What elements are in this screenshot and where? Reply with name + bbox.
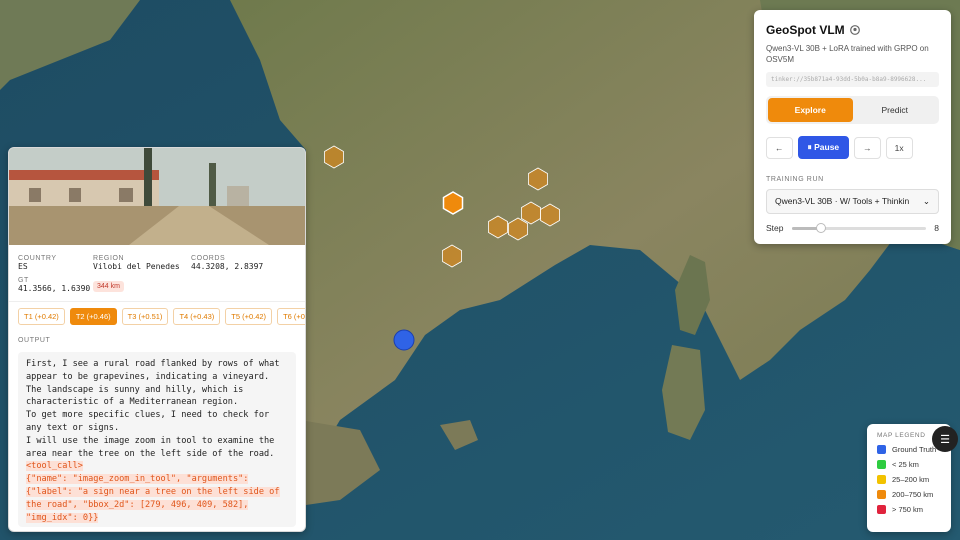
gt-label: GT [18, 277, 29, 284]
output-line: First, I see a rural road flanked by row… [26, 359, 280, 369]
turn-tab[interactable]: T5 (+0.42) [225, 308, 273, 325]
legend-item: > 750 km [877, 505, 941, 514]
step-value: 8 [934, 223, 939, 233]
legend-label: 25–200 km [892, 475, 930, 484]
training-run-select[interactable]: Qwen3-VL 30B · W/ Tools + Thinkin ⌄ [766, 189, 939, 214]
step-slider-knob[interactable] [816, 222, 827, 233]
legend-item: Ground Truth [877, 445, 941, 454]
pause-button[interactable]: ⏸ Pause [797, 136, 850, 159]
tab-predict[interactable]: Predict [853, 98, 938, 122]
tool-call-line: "img_idx": 0}} [26, 512, 99, 523]
next-button[interactable]: → [854, 136, 881, 159]
legend-swatch [877, 445, 886, 454]
photo-image [9, 148, 305, 245]
step-row: Step 8 [766, 222, 939, 233]
output-line: appear to be grapevines, indicating a vi… [26, 371, 270, 382]
legend-item: 200–750 km [877, 490, 941, 499]
legend-label: > 750 km [892, 505, 924, 514]
legend-items: Ground Truth < 25 km 25–200 km 200–750 km > … [877, 445, 941, 514]
output-line: any text or signs. [26, 422, 120, 433]
app-subtitle: Qwen3-VL 30B + LoRA trained with GRPO on… [766, 44, 929, 64]
ground-truth-marker[interactable] [393, 329, 415, 351]
legend-item: 25–200 km [877, 475, 941, 484]
country-label: COUNTRY [18, 255, 57, 262]
chevron-down-icon: ⌄ [922, 196, 930, 206]
output-line: characteristic of a Mediterranean region… [26, 397, 239, 408]
output-line: To get more specific clues, I need to ch… [26, 410, 270, 421]
sample-metadata: COUNTRY ES REGION Vilobi del Penedes COORD… [9, 245, 305, 293]
region-label: REGION [93, 255, 125, 262]
training-run-value: Qwen3-VL 30B · W/ Tools + Thinkin [775, 196, 910, 206]
legend-swatch [877, 475, 886, 484]
speed-button[interactable]: 1x [885, 136, 913, 159]
legend-item: < 25 km [877, 460, 941, 469]
step-label: Step [766, 223, 784, 233]
sample-panel: COUNTRY ES REGION Vilobi del Penedes COORD… [8, 147, 306, 532]
legend-swatch [877, 490, 886, 499]
country-value: ES [18, 262, 28, 271]
output-line: I will use the image zoom in tool to exa… [26, 435, 275, 446]
coords-label: COORDS [191, 255, 226, 262]
app-title: GeoSpot VLM [766, 23, 845, 37]
region-value: Vilobi del Penedes [93, 262, 180, 271]
output-line: The landscape is sunny and hilly, which … [26, 384, 244, 395]
tool-call-line: {"label": "a sign near a tree on the lef… [26, 486, 280, 497]
playback-controls: ← ⏸ Pause → 1x [766, 136, 939, 159]
turn-tab[interactable]: T6 (+0 [277, 308, 305, 325]
turn-tabs: T1 (+0.42) T2 (+0.46) T3 (+0.51) T4 (+0.43)… [9, 301, 305, 331]
tool-call-line: {"name": "image_zoom_in_tool", "argument… [26, 474, 249, 485]
tool-call-line: <tool_call> [26, 461, 83, 472]
prev-button[interactable]: ← [766, 136, 793, 159]
turn-tab[interactable]: T3 (+0.51) [121, 308, 169, 325]
legend-label: < 25 km [892, 460, 919, 469]
training-run-label: TRAINING RUN [766, 176, 824, 183]
turn-tab[interactable]: T1 (+0.42) [18, 308, 65, 325]
tool-call-line: the road", "bbox_2d": [279, 496, 409, 58… [26, 499, 249, 510]
run-id: tinker://35b871a4-93dd-5b0a-b8a9-8996628… [766, 72, 939, 87]
coords-value: 44.3208, 2.8397 [191, 262, 264, 271]
turn-tab[interactable]: T2 (+0.46) [69, 308, 117, 325]
control-panel: GeoSpot VLM Qwen3-VL 30B + LoRA trained … [754, 10, 951, 244]
legend-toggle-icon[interactable]: ☰ [932, 426, 958, 452]
distance-badge: 344 km [93, 281, 124, 292]
guess-hex-marker[interactable] [442, 191, 464, 215]
github-icon[interactable] [849, 25, 860, 35]
legend-label: 200–750 km [892, 490, 934, 499]
step-slider[interactable] [791, 222, 927, 233]
legend-swatch [877, 460, 886, 469]
mode-tabs: Explore Predict [766, 96, 939, 124]
output-line: area near the tree on the left side of t… [26, 448, 275, 459]
turn-tab[interactable]: T4 (+0.43) [173, 308, 221, 325]
gt-value: 41.3566, 1.6390 [18, 284, 91, 293]
legend-swatch [877, 505, 886, 514]
model-output: First, I see a rural road flanked by row… [18, 352, 296, 527]
legend-label: Ground Truth [892, 445, 937, 454]
tab-explore[interactable]: Explore [768, 98, 853, 122]
street-view-photo [9, 148, 305, 245]
output-label: OUTPUT [18, 337, 51, 344]
